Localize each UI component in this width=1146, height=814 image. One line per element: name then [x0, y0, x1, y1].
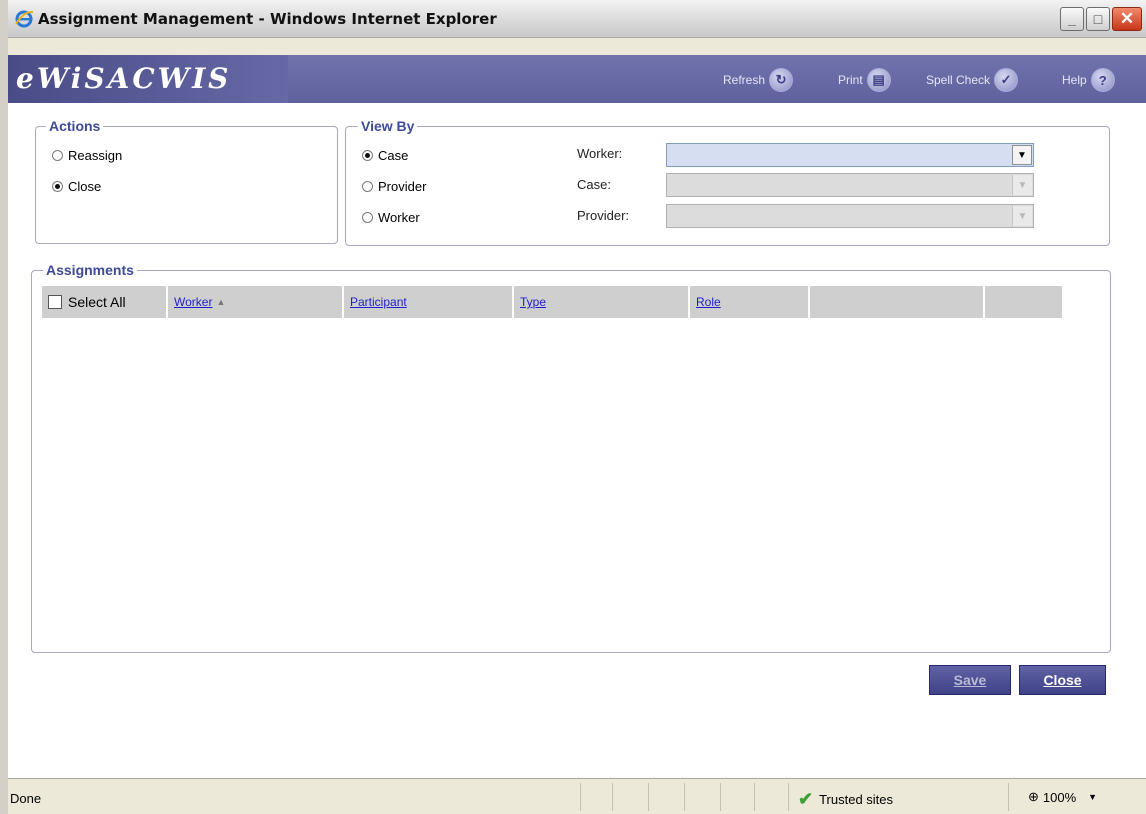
- provider-select[interactable]: ▼: [666, 204, 1034, 228]
- select-all-label: Select All: [68, 294, 126, 310]
- spell-check-icon: ✓: [994, 68, 1019, 92]
- status-divider: [648, 783, 649, 811]
- spell-check-label: Spell Check: [926, 73, 991, 87]
- zoom-icon: ⊕: [1028, 789, 1039, 804]
- radio-close[interactable]: Close: [52, 179, 101, 194]
- chevron-down-icon: ▼: [1088, 792, 1098, 802]
- column-header-empty: [985, 286, 1064, 318]
- column-header-empty: [810, 286, 985, 318]
- internet-explorer-icon: [15, 10, 34, 28]
- status-divider: [720, 783, 721, 811]
- radio-label: Case: [378, 148, 409, 163]
- app-logo: eWiSACWIS: [8, 55, 288, 103]
- minimize-icon: _: [1068, 11, 1076, 27]
- print-button[interactable]: Print ▤: [838, 68, 891, 92]
- status-divider: [580, 783, 581, 811]
- column-header-worker[interactable]: Worker ▲: [168, 286, 344, 318]
- main-content: Actions Reassign Close View By Case Prov…: [8, 103, 1146, 778]
- window-close-button[interactable]: ✕: [1112, 7, 1142, 31]
- security-zone-label: Trusted sites: [819, 792, 894, 807]
- radio-provider[interactable]: Provider: [362, 179, 426, 194]
- close-icon: ✕: [1119, 9, 1135, 28]
- radio-worker[interactable]: Worker: [362, 210, 420, 225]
- status-text: Done: [10, 791, 42, 806]
- chevron-down-icon: ▼: [1012, 175, 1032, 195]
- app-header: eWiSACWIS Refresh ↻ Print ▤ Spell Check …: [8, 55, 1146, 103]
- radio-label: Close: [68, 179, 102, 194]
- close-label: Close: [1043, 672, 1082, 688]
- zoom-level: 100%: [1042, 789, 1077, 805]
- window-title: Assignment Management - Windows Internet…: [38, 10, 497, 28]
- actions-group: Actions Reassign Close: [35, 118, 338, 244]
- provider-field-label: Provider:: [577, 208, 630, 223]
- help-label: Help: [1062, 73, 1087, 87]
- status-divider: [1008, 783, 1009, 811]
- refresh-button[interactable]: Refresh ↻: [723, 68, 794, 92]
- select-all-checkbox[interactable]: Select All: [42, 286, 168, 318]
- worker-select[interactable]: ▼: [666, 143, 1034, 167]
- app-logo-text: eWiSACWIS: [16, 62, 232, 95]
- chevron-down-icon: ▼: [1012, 145, 1032, 165]
- radio-label: Reassign: [68, 148, 123, 163]
- column-link-worker[interactable]: Worker: [174, 295, 212, 309]
- zoom-control[interactable]: ⊕ 100% ▼: [1028, 789, 1097, 805]
- checkmark-icon: ✔: [798, 789, 814, 809]
- radio-indicator: [362, 212, 373, 223]
- view-by-legend: View By: [358, 118, 418, 134]
- maximize-button[interactable]: □: [1086, 7, 1110, 31]
- radio-indicator: [52, 181, 63, 192]
- radio-case[interactable]: Case: [362, 148, 408, 163]
- save-button[interactable]: Save: [929, 665, 1011, 695]
- column-header-participant[interactable]: Participant: [344, 286, 514, 318]
- radio-indicator: [362, 150, 373, 161]
- browser-window: Assignment Management - Windows Internet…: [8, 0, 1146, 814]
- spell-check-button[interactable]: Spell Check ✓: [926, 68, 1019, 92]
- printer-icon: ▤: [866, 68, 891, 92]
- close-button[interactable]: Close: [1019, 665, 1106, 695]
- chevron-down-icon: ▼: [1012, 206, 1032, 226]
- view-by-group: View By Case Provider Worker Worker: ▼ C…: [345, 118, 1110, 246]
- column-link-role[interactable]: Role: [696, 295, 721, 309]
- status-divider: [788, 783, 789, 811]
- radio-indicator: [362, 181, 373, 192]
- status-divider: [754, 783, 755, 811]
- case-field-label: Case:: [577, 177, 611, 192]
- assignments-legend: Assignments: [43, 262, 137, 278]
- worker-field-label: Worker:: [577, 146, 623, 161]
- column-header-type[interactable]: Type: [514, 286, 690, 318]
- refresh-label: Refresh: [723, 73, 766, 87]
- column-link-type[interactable]: Type: [520, 295, 546, 309]
- radio-reassign[interactable]: Reassign: [52, 148, 122, 163]
- help-icon: ?: [1090, 68, 1115, 92]
- security-zone[interactable]: ✔ Trusted sites: [798, 789, 893, 810]
- sort-ascending-icon: ▲: [216, 297, 226, 307]
- refresh-icon: ↻: [769, 68, 794, 92]
- assignments-group: Assignments Select All Worker ▲ Particip…: [31, 262, 1111, 653]
- radio-indicator: [52, 150, 63, 161]
- assignments-grid-header: Select All Worker ▲ Participant Type Rol…: [42, 286, 1064, 318]
- status-bar: Done ✔ Trusted sites ⊕ 100% ▼: [8, 778, 1146, 814]
- status-divider: [684, 783, 685, 811]
- print-label: Print: [838, 73, 863, 87]
- title-bar: Assignment Management - Windows Internet…: [8, 0, 1146, 38]
- radio-label: Provider: [378, 179, 427, 194]
- status-divider: [612, 783, 613, 811]
- minimize-button[interactable]: _: [1060, 7, 1084, 31]
- radio-label: Worker: [378, 210, 420, 225]
- case-select[interactable]: ▼: [666, 173, 1034, 197]
- column-link-participant[interactable]: Participant: [350, 295, 407, 309]
- maximize-icon: □: [1093, 11, 1103, 27]
- checkbox-box: [48, 295, 62, 309]
- save-label: Save: [953, 672, 987, 688]
- help-button[interactable]: Help ?: [1062, 68, 1115, 92]
- column-header-role[interactable]: Role: [690, 286, 810, 318]
- actions-legend: Actions: [46, 118, 104, 134]
